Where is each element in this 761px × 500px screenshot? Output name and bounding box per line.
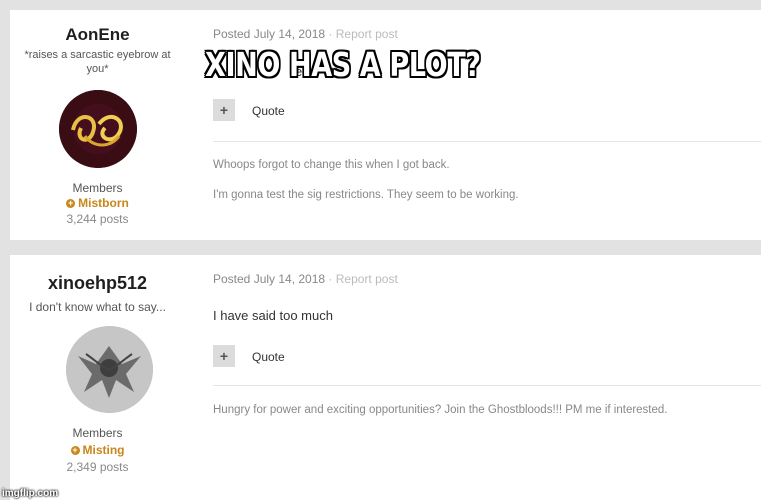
post-meta: Posted July 14, 2018 · Report post bbox=[213, 272, 398, 286]
user-group: Members bbox=[72, 181, 123, 195]
report-post-link[interactable]: · Report post bbox=[328, 272, 397, 286]
quote-button[interactable]: Quote bbox=[252, 350, 285, 364]
user-group: Members bbox=[72, 426, 123, 440]
user-tagline: I don't know what to say... bbox=[29, 300, 166, 314]
user-rank: + Misting bbox=[10, 443, 185, 457]
user-tagline: *raises a sarcastic eyebrow at you* bbox=[24, 49, 171, 75]
multiquote-plus-button[interactable]: + bbox=[213, 345, 235, 367]
post-count: 3,244 posts bbox=[66, 212, 129, 226]
signature-divider bbox=[213, 141, 761, 142]
signature-line: I'm gonna test the sig restrictions. The… bbox=[213, 189, 519, 201]
avatar[interactable] bbox=[66, 326, 153, 413]
username-link[interactable]: xinoehp512 bbox=[10, 273, 185, 294]
username-link[interactable]: AonEne bbox=[10, 25, 185, 45]
quote-button[interactable]: Quote bbox=[252, 104, 285, 118]
post-date[interactable]: Posted July 14, 2018 bbox=[213, 272, 325, 286]
post-meta: Posted July 14, 2018 · Report post bbox=[213, 27, 398, 41]
rank-plus-icon: + bbox=[70, 445, 80, 455]
avatar[interactable] bbox=[59, 90, 137, 168]
signature-line: Hungry for power and exciting opportunit… bbox=[213, 404, 668, 416]
signature-line: Whoops forgot to change this when I got … bbox=[213, 159, 450, 171]
report-post-link[interactable]: · Report post bbox=[328, 27, 397, 41]
user-rank: + Mistborn bbox=[10, 196, 185, 210]
author-panel: xinoehp512 I don't know what to say... M… bbox=[10, 255, 185, 500]
meme-caption: XINO HAS A PLOT? bbox=[205, 45, 481, 84]
post-card: xinoehp512 I don't know what to say... M… bbox=[10, 255, 761, 500]
post-date[interactable]: Posted July 14, 2018 bbox=[213, 27, 325, 41]
post-count: 2,349 posts bbox=[66, 460, 129, 474]
author-panel: AonEne *raises a sarcastic eyebrow at yo… bbox=[10, 10, 185, 240]
signature-divider bbox=[213, 385, 761, 386]
rank-plus-icon: + bbox=[66, 198, 76, 208]
watermark: imgflip.com bbox=[2, 488, 59, 499]
post-body: I have said too much bbox=[213, 308, 333, 323]
rank-label: Misting bbox=[82, 443, 125, 457]
multiquote-plus-button[interactable]: + bbox=[213, 99, 235, 121]
rank-label: Mistborn bbox=[78, 196, 129, 210]
